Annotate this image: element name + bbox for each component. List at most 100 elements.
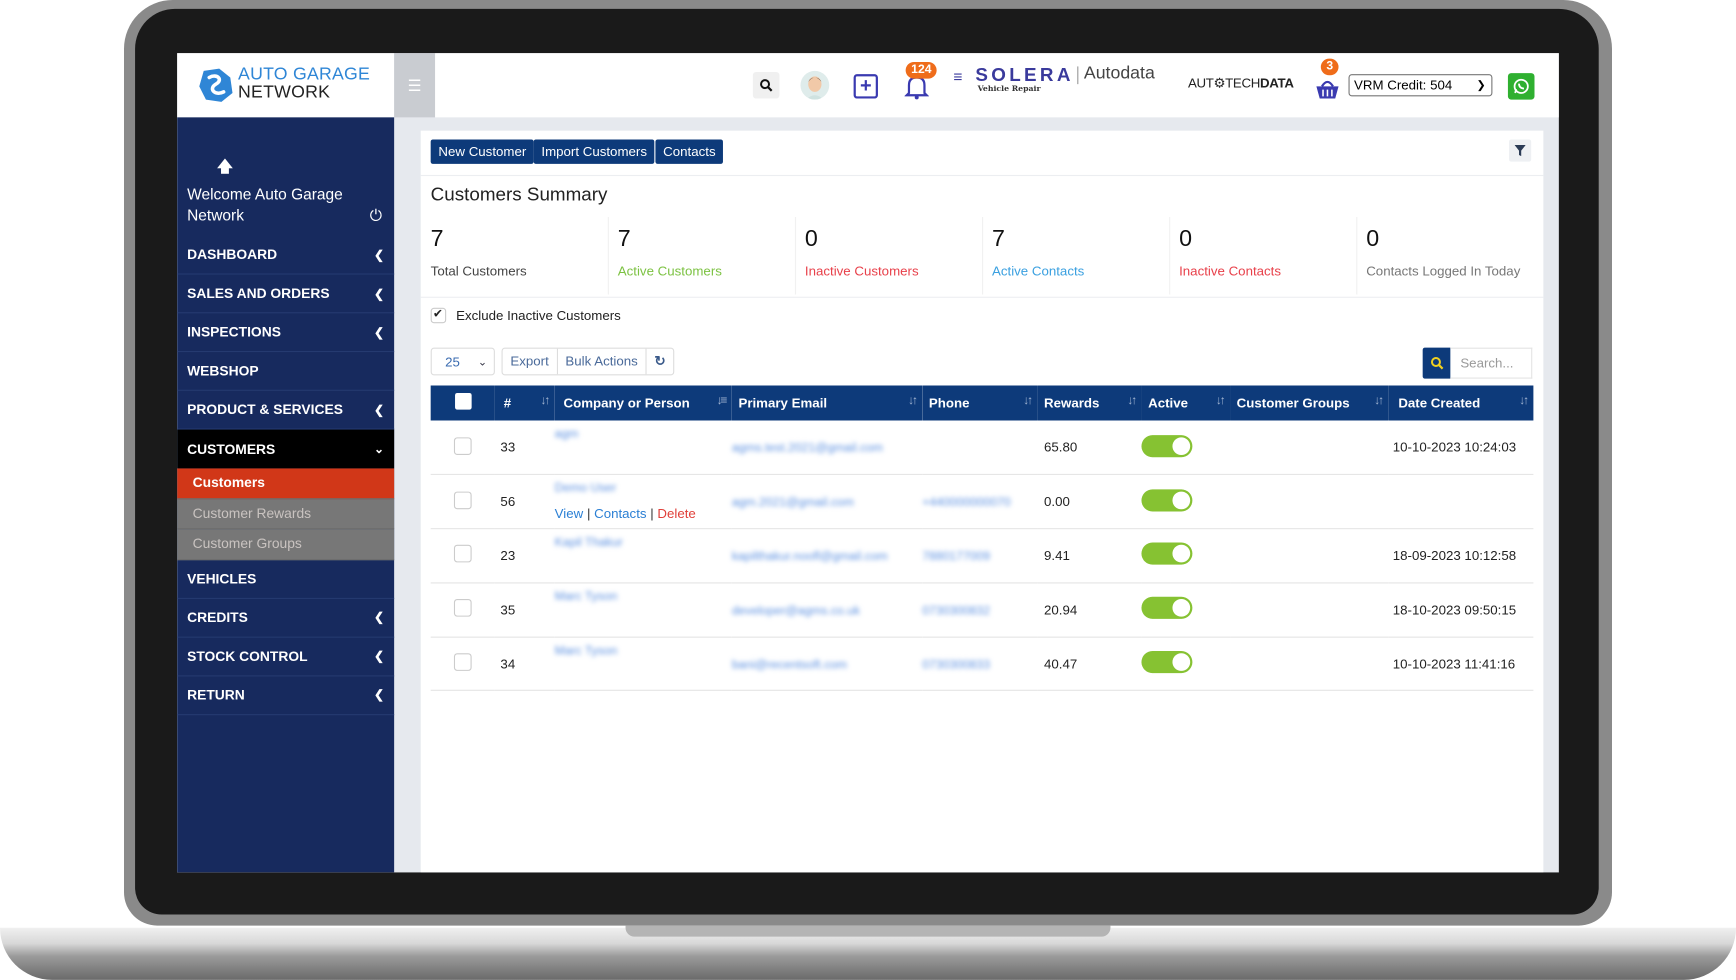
- row-date-created: 18-10-2023 09:50:15: [1392, 602, 1517, 618]
- stat-total-customers: 7 Total Customers: [421, 216, 609, 295]
- whatsapp-button[interactable]: [1507, 73, 1535, 100]
- sidebar-item-webshop[interactable]: WEBSHOP: [177, 352, 395, 391]
- welcome-text: Welcome Auto Garage Network: [187, 184, 343, 224]
- sidebar-item-sales-and-orders[interactable]: SALES AND ORDERS ❮: [177, 275, 395, 314]
- row-checkbox[interactable]: [453, 491, 472, 509]
- sidebar-subitem-customers[interactable]: Customers: [177, 468, 395, 499]
- vrm-credit-select[interactable]: VRM Credit: 504 ❯: [1348, 74, 1493, 97]
- row-date-created: 18-09-2023 10:12:58: [1392, 548, 1517, 564]
- stat-inactive-customers: 0 Inactive Customers: [795, 216, 984, 295]
- import-customers-button[interactable]: Import Customers: [533, 139, 655, 164]
- column-header-phone[interactable]: Phone ↓↑: [922, 385, 1037, 420]
- add-button[interactable]: +: [853, 74, 878, 99]
- atd-part-c: DATA: [1259, 75, 1294, 91]
- delete-link[interactable]: Delete: [657, 506, 695, 522]
- basket-count-badge: 3: [1320, 58, 1339, 76]
- filter-icon: [1514, 145, 1526, 157]
- row-phone: 0730300832: [922, 604, 990, 618]
- refresh-button[interactable]: ↻: [647, 349, 674, 374]
- basket-button[interactable]: 3: [1315, 58, 1339, 99]
- avatar[interactable]: [800, 70, 830, 100]
- page-length-value: 25: [445, 354, 460, 370]
- search-input[interactable]: Search...: [1450, 347, 1533, 379]
- sort-icon: ↓↑: [1518, 394, 1529, 408]
- row-email[interactable]: bani@recentsoft.com: [732, 658, 847, 671]
- select-all-checkbox[interactable]: [454, 393, 472, 410]
- stat-label: Contacts Logged In Today: [1366, 263, 1521, 279]
- chevron-down-icon: ⌄: [477, 356, 488, 369]
- search-button[interactable]: [1422, 347, 1451, 379]
- row-active-toggle[interactable]: [1141, 434, 1193, 457]
- row-active-toggle[interactable]: [1141, 489, 1193, 512]
- filter-button[interactable]: [1509, 139, 1532, 162]
- sidebar-item-customers[interactable]: CUSTOMERS ⌄: [177, 429, 395, 469]
- column-header-date-created[interactable]: Date Created ↓↑: [1388, 385, 1533, 420]
- column-header-email[interactable]: Primary Email ↓↑: [732, 385, 922, 420]
- refresh-icon: ↻: [654, 353, 666, 369]
- column-header-customer-groups[interactable]: Customer Groups ↓↑: [1230, 385, 1388, 420]
- column-header-rewards[interactable]: Rewards ↓↑: [1037, 385, 1141, 420]
- row-checkbox[interactable]: [453, 599, 472, 617]
- row-checkbox[interactable]: [453, 436, 472, 455]
- chevron-left-icon: ❮: [373, 403, 385, 417]
- column-header-active[interactable]: Active ↓↑: [1141, 385, 1230, 420]
- exclude-inactive-checkbox[interactable]: [430, 307, 447, 324]
- view-link[interactable]: View: [555, 506, 584, 522]
- autotechdata-logo[interactable]: AUT⚙TECHDATA: [1188, 75, 1294, 90]
- row-company-link[interactable]: Marc Tyson: [555, 590, 618, 603]
- row-email[interactable]: developer@agms.co.uk: [732, 604, 860, 617]
- power-icon[interactable]: ⏻: [370, 206, 382, 225]
- stat-value: 0: [804, 225, 818, 252]
- arrow-up-icon[interactable]: 🡅: [217, 155, 233, 182]
- sidebar-item-inspections[interactable]: INSPECTIONS ❮: [177, 313, 395, 353]
- avatar-icon: [805, 76, 824, 100]
- row-company-link[interactable]: Demo User: [555, 482, 617, 495]
- row-email[interactable]: agm.2021@gmail.com: [732, 496, 854, 509]
- gear-icon: ⚙: [1213, 75, 1226, 91]
- sidebar-item-credits[interactable]: CREDITS ❮: [177, 598, 395, 638]
- table-row: 34 Marc Tyson bani@recentsoft.com 073030…: [430, 637, 1534, 691]
- logo[interactable]: AUTO GARAGE NETWORK: [177, 53, 395, 118]
- menu-toggle-button[interactable]: ☰: [394, 53, 436, 118]
- row-company-link[interactable]: Kapil Thakur: [555, 536, 623, 549]
- row-active-toggle[interactable]: [1141, 597, 1193, 620]
- search-button[interactable]: [752, 71, 780, 99]
- row-company-link[interactable]: Marc Tyson: [555, 644, 618, 657]
- sidebar-item-vehicles[interactable]: VEHICLES: [177, 560, 395, 599]
- sidebar-item-dashboard[interactable]: DASHBOARD ❮: [177, 236, 395, 275]
- new-customer-button[interactable]: New Customer: [430, 139, 535, 164]
- sidebar-subitem-customer-rewards[interactable]: Customer Rewards: [177, 498, 395, 530]
- logo-text: AUTO GARAGE NETWORK: [238, 66, 370, 101]
- row-email[interactable]: kapilthakur.noofl@gmail.com: [732, 550, 888, 563]
- table-button-group: Export Bulk Actions ↻: [501, 347, 675, 376]
- row-checkbox[interactable]: [453, 545, 472, 563]
- row-phone: 7880177009: [922, 550, 990, 564]
- row-active-toggle[interactable]: [1141, 651, 1193, 674]
- export-button[interactable]: Export: [503, 348, 558, 375]
- notifications-button[interactable]: 124: [904, 61, 938, 100]
- row-email[interactable]: agms.test.2021@gmail.com: [732, 442, 883, 455]
- stat-value: 7: [430, 225, 444, 252]
- vrm-credit-value: VRM Credit: 504: [1354, 77, 1453, 93]
- sidebar-item-label: RETURN: [187, 686, 245, 703]
- row-checkbox[interactable]: [453, 653, 472, 672]
- column-header-company[interactable]: Company or Person ↓≡: [555, 385, 732, 420]
- sidebar-item-return[interactable]: RETURN ❮: [177, 676, 395, 715]
- row-rewards: 40.47: [1044, 656, 1078, 672]
- contacts-link[interactable]: Contacts: [594, 506, 646, 522]
- row-company-link[interactable]: agm: [555, 427, 579, 440]
- table-row: 23 Kapil Thakur kapilthakur.noofl@gmail.…: [430, 529, 1534, 583]
- column-header-id[interactable]: # ↓↑: [495, 385, 555, 420]
- exclude-inactive-toggle[interactable]: Exclude Inactive Customers: [430, 307, 621, 324]
- sidebar-item-product-services[interactable]: PRODUCT & SERVICES ❮: [177, 391, 395, 430]
- sidebar-subitem-customer-groups[interactable]: Customer Groups: [177, 529, 395, 560]
- contacts-button[interactable]: Contacts: [655, 139, 724, 164]
- row-date-created: 10-10-2023 10:24:03: [1392, 439, 1517, 456]
- bulk-actions-button[interactable]: Bulk Actions: [558, 348, 647, 375]
- solera-autodata-logo[interactable]: ≡ SOLERA Vehicle Repair Autodata: [953, 64, 1163, 97]
- sidebar-item-stock-control[interactable]: STOCK CONTROL ❮: [177, 637, 395, 676]
- separator: |: [586, 506, 591, 522]
- page-length-select[interactable]: 25 ⌄: [430, 347, 495, 376]
- notification-count-badge: 124: [905, 61, 938, 79]
- row-active-toggle[interactable]: [1141, 543, 1193, 566]
